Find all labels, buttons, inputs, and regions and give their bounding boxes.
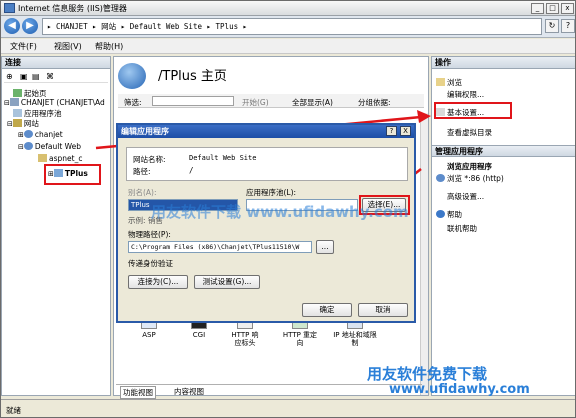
status-text: 就绪 — [6, 406, 21, 415]
site-info-box: 网站名称: Default Web Site 路径: / — [126, 147, 408, 181]
edit-application-dialog: 编辑应用程序 ? X 网站名称: Default Web Site 路径: / … — [116, 123, 416, 323]
pass-through-auth-label: 传递身份验证 — [128, 259, 173, 268]
cancel-button[interactable]: 取消 — [358, 303, 408, 317]
test-settings-button[interactable]: 测试设置(G)... — [194, 275, 260, 289]
dialog-title: 编辑应用程序 — [118, 125, 414, 138]
physical-path-input[interactable]: C:\Program Files (x86)\Chanjet\TPlus1151… — [128, 241, 312, 253]
path-label: 路径: — [133, 167, 151, 176]
ok-button[interactable]: 确定 — [302, 303, 352, 317]
watermark-middle: 用友软件下载 www.ufidawhy.com — [151, 203, 409, 221]
arrowhead-basic-settings — [417, 110, 431, 123]
watermark-bottom-cn: 用友软件免费下载 — [367, 365, 488, 383]
connect-as-button[interactable]: 连接为(C)... — [128, 275, 188, 289]
path-value: / — [189, 166, 194, 175]
site-name-value: Default Web Site — [189, 154, 257, 162]
dialog-help-button[interactable]: ? — [386, 126, 397, 136]
status-bar: 就绪 — [1, 399, 575, 417]
physical-path-label: 物理路径(P): — [128, 230, 171, 239]
site-name-label: 网站名称: — [133, 155, 166, 164]
browse-path-button[interactable]: ... — [316, 240, 334, 254]
watermark-bottom-url: www.ufidawhy.com — [389, 382, 530, 397]
app-pool-label: 应用程序池(L): — [246, 188, 297, 197]
iis-manager-window: Internet 信息服务 (IIS)管理器 _ □ x ◀ ▶ ▸ CHANJ… — [0, 0, 576, 418]
dialog-close-button[interactable]: X — [400, 126, 411, 136]
alias-label: 别名(A): — [128, 188, 157, 197]
